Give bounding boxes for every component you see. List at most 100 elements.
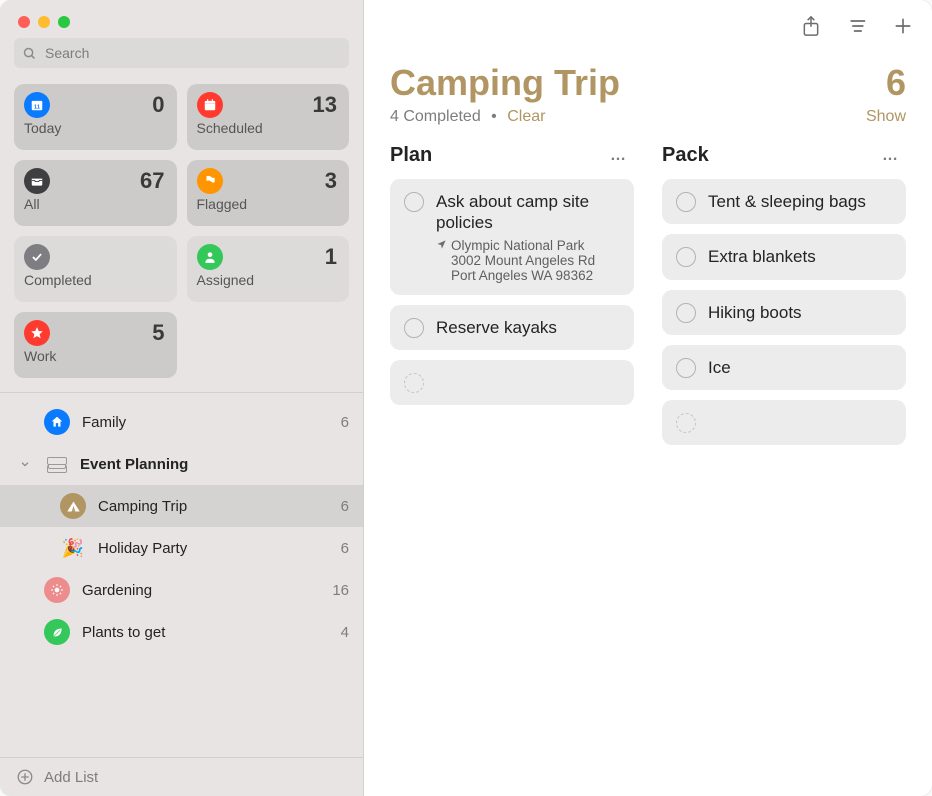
close-window-button[interactable] bbox=[18, 16, 30, 28]
calendar-today-icon: 11 bbox=[24, 92, 50, 118]
reminder-checkbox[interactable] bbox=[676, 358, 696, 378]
add-list-button[interactable]: Add List bbox=[0, 757, 363, 796]
reminder-checkbox[interactable] bbox=[404, 192, 424, 212]
reminder-title: Hiking boots bbox=[708, 302, 892, 323]
reminder-checkbox[interactable] bbox=[676, 247, 696, 267]
smart-list-count: 5 bbox=[152, 320, 164, 346]
section-more-button[interactable]: … bbox=[610, 147, 634, 165]
reminder-checkbox-placeholder bbox=[676, 413, 696, 433]
list-name: Holiday Party bbox=[98, 540, 309, 557]
reminder-checkbox[interactable] bbox=[404, 318, 424, 338]
list-count: 4 bbox=[321, 624, 349, 641]
list-row-gardening[interactable]: Gardening 16 bbox=[0, 569, 363, 611]
reminder-item[interactable]: Ask about camp site policies Olympic Nat… bbox=[390, 179, 634, 295]
new-reminder-button[interactable] bbox=[890, 13, 916, 39]
sidebar: 11 0 Today 13 Scheduled bbox=[0, 0, 364, 796]
smart-list-count: 3 bbox=[325, 168, 337, 194]
tray-icon bbox=[24, 168, 50, 194]
toolbar bbox=[364, 0, 932, 52]
new-reminder-placeholder[interactable] bbox=[662, 400, 906, 445]
main-content: Camping Trip 6 4 Completed • Clear Show … bbox=[364, 0, 932, 796]
list-name: Family bbox=[82, 414, 309, 431]
show-completed-link[interactable]: Show bbox=[866, 108, 906, 126]
list-count: 6 bbox=[321, 498, 349, 515]
checkmark-icon bbox=[24, 244, 50, 270]
share-button[interactable] bbox=[798, 13, 824, 39]
smart-list-work[interactable]: 5 Work bbox=[14, 312, 177, 378]
reminder-title: Reserve kayaks bbox=[436, 317, 620, 338]
list-count: 16 bbox=[321, 582, 349, 599]
new-reminder-placeholder[interactable] bbox=[390, 360, 634, 405]
reminder-item[interactable]: Reserve kayaks bbox=[390, 305, 634, 350]
list-group-event-planning[interactable]: Event Planning bbox=[0, 443, 363, 485]
leaf-icon bbox=[44, 619, 70, 645]
smart-list-assigned[interactable]: 1 Assigned bbox=[187, 236, 350, 302]
search-container bbox=[0, 36, 363, 80]
reminder-title: Extra blankets bbox=[708, 246, 892, 267]
list-count: 6 bbox=[321, 414, 349, 431]
plus-circle-icon bbox=[16, 768, 34, 786]
location-name: Olympic National Park bbox=[451, 238, 595, 253]
smart-list-label: Scheduled bbox=[197, 120, 338, 136]
location-arrow-icon bbox=[436, 239, 447, 283]
smart-list-scheduled[interactable]: 13 Scheduled bbox=[187, 84, 350, 150]
maximize-window-button[interactable] bbox=[58, 16, 70, 28]
completed-summary: 4 Completed bbox=[390, 108, 481, 125]
list-row-plants-to-get[interactable]: Plants to get 4 bbox=[0, 611, 363, 653]
reminder-item[interactable]: Extra blankets bbox=[662, 234, 906, 279]
section-pack: Pack … Tent & sleeping bags Extra blanke… bbox=[662, 144, 906, 455]
search-input[interactable] bbox=[43, 44, 341, 62]
section-plan: Plan … Ask about camp site policies Olym… bbox=[390, 144, 634, 455]
list-row-holiday-party[interactable]: 🎉 Holiday Party 6 bbox=[0, 527, 363, 569]
page-title: Camping Trip bbox=[390, 62, 620, 104]
reminder-title: Tent & sleeping bags bbox=[708, 191, 892, 212]
search-field[interactable] bbox=[14, 38, 349, 68]
smart-list-label: Today bbox=[24, 120, 165, 136]
smart-list-completed[interactable]: Completed bbox=[14, 236, 177, 302]
smart-list-count: 0 bbox=[152, 92, 164, 118]
reminder-item[interactable]: Ice bbox=[662, 345, 906, 390]
flag-icon bbox=[197, 168, 223, 194]
list-row-camping-trip[interactable]: Camping Trip 6 bbox=[0, 485, 363, 527]
smart-list-label: All bbox=[24, 196, 165, 212]
smart-list-count: 67 bbox=[140, 168, 164, 194]
reminder-item[interactable]: Hiking boots bbox=[662, 290, 906, 335]
smart-list-today[interactable]: 11 0 Today bbox=[14, 84, 177, 150]
location-addr-line2: Port Angeles WA 98362 bbox=[451, 268, 595, 283]
svg-text:11: 11 bbox=[34, 105, 41, 111]
view-options-button[interactable] bbox=[844, 13, 870, 39]
smart-list-label: Work bbox=[24, 348, 165, 364]
reminder-checkbox[interactable] bbox=[676, 303, 696, 323]
smart-list-label: Assigned bbox=[197, 272, 338, 288]
sections-columns: Plan … Ask about camp site policies Olym… bbox=[364, 136, 932, 475]
reminder-location: Olympic National Park 3002 Mount Angeles… bbox=[436, 238, 620, 283]
list-subheader: 4 Completed • Clear Show bbox=[364, 104, 932, 136]
star-icon bbox=[24, 320, 50, 346]
list-group-name: Event Planning bbox=[80, 456, 309, 473]
chevron-down-icon[interactable] bbox=[18, 459, 32, 469]
stack-icon bbox=[46, 453, 68, 475]
add-list-label: Add List bbox=[44, 769, 98, 786]
list-name: Plants to get bbox=[82, 624, 309, 641]
list-name: Camping Trip bbox=[98, 498, 309, 515]
separator-dot: • bbox=[491, 108, 497, 125]
person-icon bbox=[197, 244, 223, 270]
section-title: Plan bbox=[390, 144, 432, 167]
list-header: Camping Trip 6 bbox=[364, 52, 932, 104]
reminder-item[interactable]: Tent & sleeping bags bbox=[662, 179, 906, 224]
list-total-count: 6 bbox=[886, 62, 906, 104]
app-window: 11 0 Today 13 Scheduled bbox=[0, 0, 932, 796]
window-titlebar bbox=[0, 0, 363, 36]
reminder-checkbox[interactable] bbox=[676, 192, 696, 212]
clear-completed-link[interactable]: Clear bbox=[507, 108, 545, 125]
tent-icon bbox=[60, 493, 86, 519]
minimize-window-button[interactable] bbox=[38, 16, 50, 28]
list-count: 6 bbox=[321, 540, 349, 557]
list-row-family[interactable]: Family 6 bbox=[0, 401, 363, 443]
house-icon bbox=[44, 409, 70, 435]
reminder-checkbox-placeholder bbox=[404, 373, 424, 393]
section-more-button[interactable]: … bbox=[882, 147, 906, 165]
calendar-icon bbox=[197, 92, 223, 118]
smart-list-flagged[interactable]: 3 Flagged bbox=[187, 160, 350, 226]
smart-list-all[interactable]: 67 All bbox=[14, 160, 177, 226]
